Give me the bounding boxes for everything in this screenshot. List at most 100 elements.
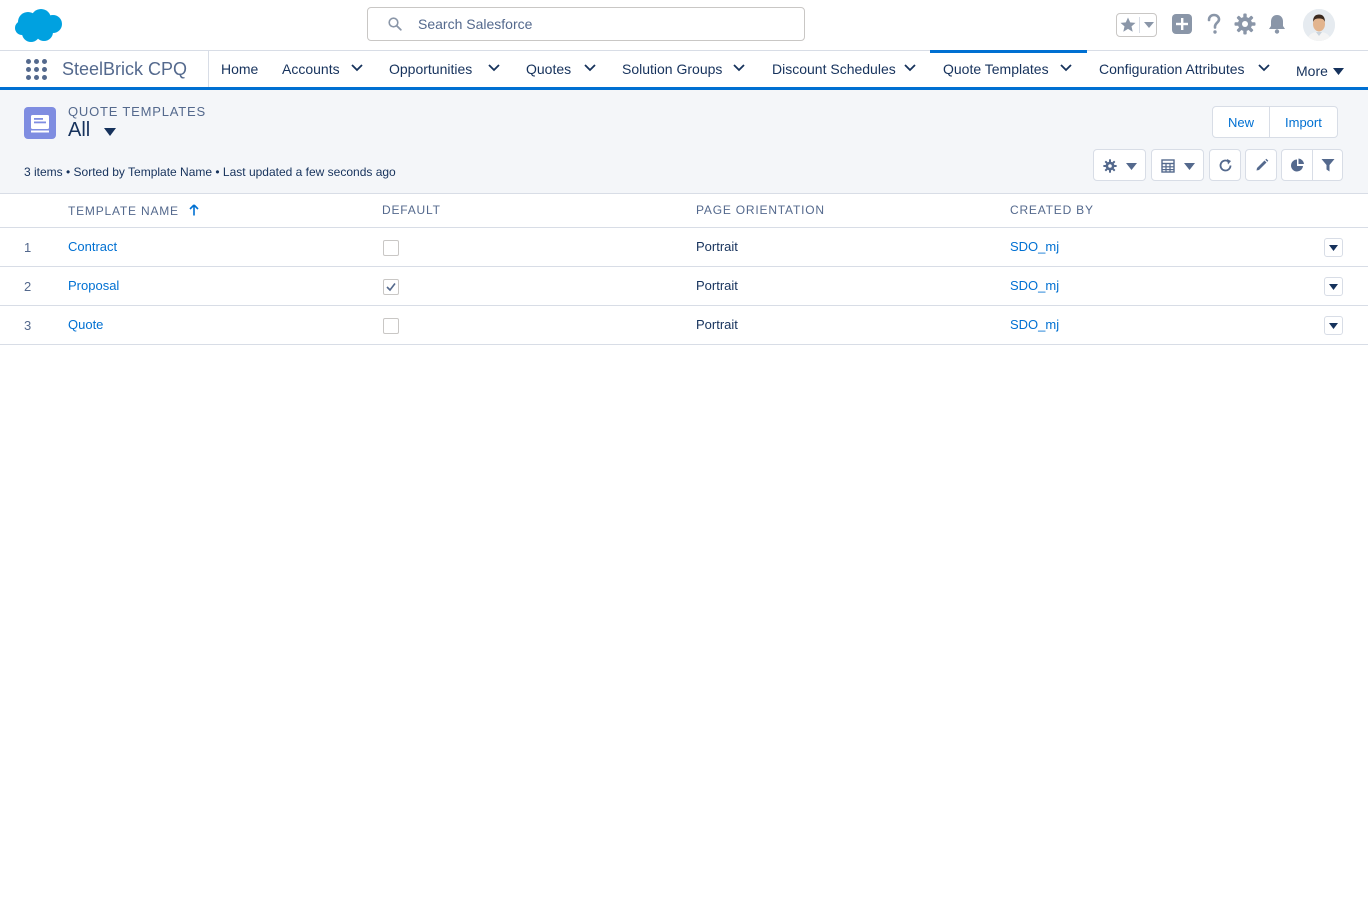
page-orientation-value: Portrait xyxy=(696,278,738,293)
nav-item-label: Quote Templates xyxy=(943,61,1049,77)
list-info-text: 3 items • Sorted by Template Name • Last… xyxy=(24,165,396,179)
nav-item-quote-templates[interactable]: Quote Templates xyxy=(930,50,1087,90)
help-icon[interactable] xyxy=(1205,13,1223,35)
nav-item-label: Opportunities xyxy=(389,61,473,77)
default-checkbox xyxy=(383,279,399,295)
template-name-link[interactable]: Quote xyxy=(68,317,103,332)
nav-item-label: Accounts xyxy=(282,61,340,77)
column-header-template-name[interactable]: TEMPLATE NAME xyxy=(68,203,199,218)
list-view-name[interactable]: All xyxy=(68,119,90,142)
chevron-down-icon[interactable] xyxy=(1144,22,1154,28)
chevron-down-icon[interactable] xyxy=(584,64,596,72)
filter-icon[interactable] xyxy=(1321,158,1335,173)
import-button[interactable]: Import xyxy=(1270,107,1337,137)
table-row: 1 Contract Portrait SDO_mj xyxy=(0,228,1368,267)
template-name-link[interactable]: Contract xyxy=(68,239,117,254)
search-input[interactable] xyxy=(418,9,788,39)
nav-item-label: Discount Schedules xyxy=(772,61,896,77)
notification-bell-icon[interactable] xyxy=(1267,13,1287,35)
default-checkbox xyxy=(383,240,399,256)
list-actions-button-group: New Import xyxy=(1212,106,1338,138)
template-name-link[interactable]: Proposal xyxy=(68,278,119,293)
divider xyxy=(1139,17,1140,33)
page-orientation-value: Portrait xyxy=(696,317,738,332)
table-row: 3 Quote Portrait SDO_mj xyxy=(0,306,1368,345)
setup-gear-icon[interactable] xyxy=(1234,13,1256,35)
edit-pencil-icon xyxy=(1256,158,1269,171)
gear-icon xyxy=(1103,159,1117,173)
favorites-button-group[interactable] xyxy=(1116,13,1157,37)
global-search[interactable] xyxy=(367,7,805,41)
user-photo-icon xyxy=(1303,9,1335,41)
nav-item-quotes[interactable]: Quotes xyxy=(514,51,610,88)
caret-down-icon xyxy=(1329,245,1338,251)
refresh-button[interactable] xyxy=(1209,149,1241,181)
chevron-down-icon[interactable] xyxy=(733,64,745,72)
default-checkbox xyxy=(383,318,399,334)
row-actions-menu-button[interactable] xyxy=(1324,316,1343,335)
row-number: 3 xyxy=(24,318,32,333)
app-launcher-icon[interactable] xyxy=(25,58,49,82)
global-header xyxy=(0,0,1368,50)
nav-item-label: Home xyxy=(221,61,259,77)
star-icon[interactable] xyxy=(1119,16,1137,34)
divider xyxy=(1312,150,1313,180)
created-by-link[interactable]: SDO_mj xyxy=(1010,278,1059,293)
object-label: QUOTE TEMPLATES xyxy=(68,104,206,119)
nav-item-label: Solution Groups xyxy=(622,61,723,77)
table-header-row: TEMPLATE NAME DEFAULT PAGE ORIENTATION C… xyxy=(0,194,1368,228)
sort-ascending-arrow-icon xyxy=(189,204,199,216)
column-header-label: TEMPLATE NAME xyxy=(68,204,179,218)
caret-down-icon xyxy=(1126,163,1137,170)
display-as-table-button[interactable] xyxy=(1151,149,1204,181)
nav-item-label: Quotes xyxy=(526,61,572,77)
list-view-switcher-caret-icon[interactable] xyxy=(104,128,116,136)
nav-item-label: Configuration Attributes xyxy=(1099,61,1245,77)
page-orientation-value: Portrait xyxy=(696,239,738,254)
chevron-down-icon[interactable] xyxy=(488,64,500,72)
chevron-down-icon[interactable] xyxy=(351,64,363,72)
nav-item-configuration-attributes[interactable]: Configuration Attributes xyxy=(1087,51,1285,88)
quote-templates-table: TEMPLATE NAME DEFAULT PAGE ORIENTATION C… xyxy=(0,194,1368,345)
table-row: 2 Proposal Portrait SDO_mj xyxy=(0,267,1368,306)
app-navigation-bar: SteelBrick CPQ Home Accounts Opportuniti… xyxy=(0,50,1368,90)
row-actions-menu-button[interactable] xyxy=(1324,277,1343,296)
search-icon xyxy=(388,17,402,31)
caret-down-icon xyxy=(1333,68,1344,75)
nav-item-accounts[interactable]: Accounts xyxy=(271,51,377,88)
column-header-created-by[interactable]: CREATED BY xyxy=(1010,203,1094,217)
table-icon xyxy=(1161,159,1175,173)
column-header-page-orientation[interactable]: PAGE ORIENTATION xyxy=(696,203,825,217)
created-by-link[interactable]: SDO_mj xyxy=(1010,317,1059,332)
chart-filter-button-group xyxy=(1281,149,1343,181)
checkmark-icon xyxy=(386,283,396,292)
chevron-down-icon[interactable] xyxy=(1258,64,1270,72)
nav-more-menu[interactable]: More xyxy=(1285,51,1355,88)
pie-chart-icon[interactable] xyxy=(1290,158,1305,173)
list-view-header: QUOTE TEMPLATES All New Import 3 items •… xyxy=(0,90,1368,194)
caret-down-icon xyxy=(1184,163,1195,170)
nav-item-solution-groups[interactable]: Solution Groups xyxy=(610,51,760,88)
caret-down-icon xyxy=(1329,284,1338,290)
list-view-controls-button[interactable] xyxy=(1093,149,1146,181)
inline-edit-button[interactable] xyxy=(1245,149,1277,181)
chevron-down-icon[interactable] xyxy=(1060,64,1072,72)
nav-item-opportunities[interactable]: Opportunities xyxy=(377,51,514,88)
chevron-down-icon[interactable] xyxy=(904,64,916,72)
nav-more-label: More xyxy=(1296,63,1328,79)
quote-template-object-icon xyxy=(24,107,56,139)
app-name: SteelBrick CPQ xyxy=(62,59,188,79)
nav-item-home[interactable]: Home xyxy=(209,51,271,88)
caret-down-icon xyxy=(1329,323,1338,329)
row-actions-menu-button[interactable] xyxy=(1324,238,1343,257)
row-number: 1 xyxy=(24,240,32,255)
user-avatar[interactable] xyxy=(1303,9,1335,41)
salesforce-logo[interactable] xyxy=(14,8,64,44)
new-button[interactable]: New xyxy=(1213,107,1269,137)
refresh-icon xyxy=(1219,159,1232,172)
created-by-link[interactable]: SDO_mj xyxy=(1010,239,1059,254)
row-number: 2 xyxy=(24,279,32,294)
column-header-default[interactable]: DEFAULT xyxy=(382,203,441,217)
nav-item-discount-schedules[interactable]: Discount Schedules xyxy=(760,51,930,88)
add-icon[interactable] xyxy=(1171,13,1193,35)
